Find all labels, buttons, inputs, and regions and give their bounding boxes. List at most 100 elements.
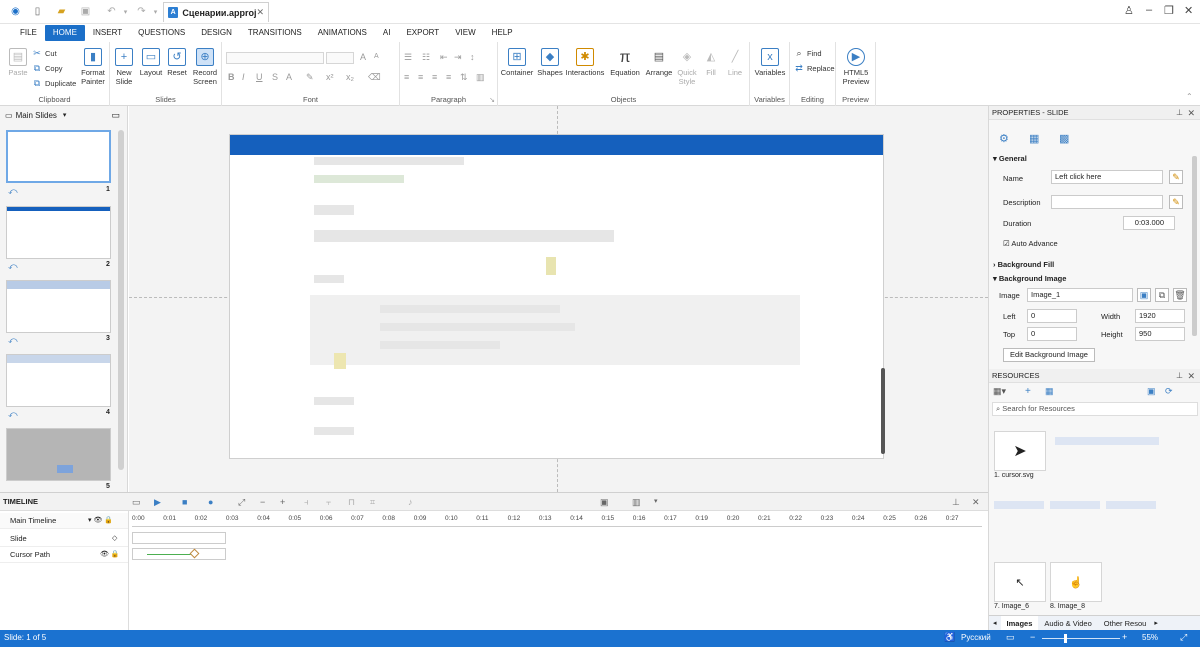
account-icon[interactable]: ♙ — [1124, 4, 1134, 17]
menu-help[interactable]: HELP — [484, 25, 521, 41]
captions-icon[interactable]: ▣ — [600, 497, 609, 508]
language-label[interactable]: Русский — [961, 633, 991, 642]
underline-icon[interactable]: U — [256, 72, 263, 82]
background-fill-section[interactable]: › Background Fill — [993, 260, 1054, 269]
slide-stage[interactable] — [229, 134, 884, 459]
zoom-in-status-icon[interactable]: + — [1122, 632, 1127, 642]
undo-dropdown-icon[interactable]: ▾ — [118, 4, 133, 19]
resources-search-input[interactable]: ⌕ Search for Resources — [992, 402, 1198, 416]
main-slides-dropdown-icon[interactable]: ▾ — [63, 111, 67, 119]
main-timeline-dropdown-icon[interactable]: ▾ 👁 🔒 — [88, 513, 113, 529]
properties-scrollbar[interactable] — [1192, 156, 1197, 336]
accessibility-icon[interactable]: ♿ — [944, 632, 955, 643]
slide-transitions-tab-icon[interactable]: ▩ — [1059, 132, 1069, 145]
play-icon[interactable]: ▶ — [154, 497, 161, 508]
zoom-out-status-icon[interactable]: − — [1030, 632, 1035, 642]
view-normal-icon[interactable]: ▭ — [1006, 632, 1015, 643]
highlight-icon[interactable]: ✎ — [306, 72, 314, 83]
tab-audio-video[interactable]: Audio & Video — [1038, 619, 1097, 628]
zoom-level[interactable]: 55% — [1142, 633, 1158, 642]
copy-button[interactable]: ⧉ Copy — [32, 63, 63, 73]
image6-resource-tile[interactable]: ↖ — [994, 562, 1046, 602]
menu-transitions[interactable]: TRANSITIONS — [240, 25, 310, 41]
undo-icon[interactable]: ↶ — [104, 4, 119, 19]
close-tab-icon[interactable]: ✕ — [256, 7, 264, 18]
document-tab[interactable]: A Сценарии.approj ✕ — [163, 2, 269, 22]
italic-icon[interactable]: I — [242, 72, 245, 82]
tabs-right-icon[interactable]: ▸ — [1152, 619, 1160, 627]
layout-button[interactable]: ▭ Layout — [138, 48, 164, 77]
cursor-path-track-bar[interactable] — [132, 548, 226, 560]
copy-image-icon[interactable]: ⧉ — [1155, 288, 1169, 302]
redo-icon[interactable]: ↷ — [134, 4, 149, 19]
new-file-icon[interactable]: ▯ — [30, 4, 45, 19]
slide-view-icon[interactable]: ▭ — [111, 110, 120, 121]
view-mode-icon[interactable]: ▦▾ — [993, 386, 1006, 397]
edit-name-icon[interactable]: ✎ — [1169, 170, 1183, 184]
sync-icon[interactable]: ⟳ — [1165, 386, 1173, 397]
slide-layout-tab-icon[interactable]: ▦ — [1029, 132, 1039, 145]
zoom-slider-thumb[interactable] — [1064, 634, 1067, 643]
align-right-tool-icon[interactable]: ⫟ — [326, 497, 331, 508]
edit-background-image-button[interactable]: Edit Background Image — [1003, 348, 1095, 362]
keyframe-icon[interactable] — [189, 548, 200, 559]
superscript-icon[interactable]: x² — [326, 72, 334, 82]
shrink-font-icon[interactable]: A — [374, 53, 379, 60]
shapes-button[interactable]: ◆ Shapes — [536, 48, 564, 77]
tab-other-resources[interactable]: Other Resou — [1098, 619, 1153, 628]
line-button[interactable]: ╱ Line — [724, 48, 746, 77]
top-input[interactable]: 0 — [1027, 327, 1077, 341]
name-input[interactable]: Left click here — [1051, 170, 1163, 184]
find-button[interactable]: ⌕ Find — [794, 48, 821, 58]
browse-image-icon[interactable]: ▣ — [1137, 288, 1151, 302]
slide-thumbnail-4[interactable] — [6, 354, 111, 407]
bullets-icon[interactable]: ☰ — [404, 52, 412, 63]
slide-thumbnail-3[interactable] — [6, 280, 111, 333]
align-left-icon[interactable]: ≡ — [404, 72, 409, 82]
zoom-in-icon[interactable]: + — [280, 497, 285, 507]
fit-to-window-icon[interactable]: ⤢ — [1180, 632, 1187, 643]
height-input[interactable]: 950 — [1135, 327, 1185, 341]
align-right-icon[interactable]: ≡ — [432, 72, 437, 82]
slide-thumbnail-5[interactable] — [6, 428, 111, 481]
equation-button[interactable]: π Equation — [608, 48, 642, 77]
close-window-icon[interactable]: ✕ — [1184, 4, 1193, 17]
menu-insert[interactable]: INSERT — [85, 25, 130, 41]
clear-format-icon[interactable]: ⌫ — [368, 72, 381, 83]
filter-icon[interactable]: ▣ — [1147, 386, 1156, 397]
container-button[interactable]: ⊞ Container — [500, 48, 534, 77]
crop-tool-icon[interactable]: ⌗ — [370, 497, 375, 508]
slide-row[interactable]: Slide ◇ — [0, 531, 128, 547]
menu-design[interactable]: DESIGN — [193, 25, 240, 41]
save-icon[interactable]: ▣ — [78, 4, 93, 19]
more-dropdown-icon[interactable]: ▾ — [654, 497, 658, 505]
grow-font-icon[interactable]: A — [360, 52, 366, 62]
font-color-icon[interactable]: A — [286, 72, 292, 82]
auto-advance-checkbox[interactable]: ☑ Auto Advance — [1003, 239, 1058, 248]
left-input[interactable]: 0 — [1027, 309, 1077, 323]
image-input[interactable]: Image_1 — [1027, 288, 1133, 302]
menu-ai[interactable]: AI — [375, 25, 399, 41]
menu-file[interactable]: FILE — [12, 25, 45, 41]
slide-properties-tab-icon[interactable]: ⚙ — [999, 132, 1009, 145]
subscript-icon[interactable]: x₂ — [346, 72, 354, 82]
edit-description-icon[interactable]: ✎ — [1169, 195, 1183, 209]
close-timeline-icon[interactable]: ✕ — [972, 497, 980, 508]
reset-button[interactable]: ↺ Reset — [165, 48, 189, 77]
minimize-icon[interactable]: – — [1146, 4, 1152, 16]
indent-decrease-icon[interactable]: ⇤ — [440, 52, 448, 63]
collapse-ribbon-icon[interactable]: ⌃ — [1186, 92, 1193, 101]
cursor-path-row[interactable]: Cursor Path 👁 🔒 — [0, 547, 128, 563]
font-family-select[interactable] — [226, 52, 324, 64]
slide-thumbnail-2[interactable] — [6, 206, 111, 259]
main-timeline-row[interactable]: Main Timeline ▾ 👁 🔒 — [0, 513, 128, 529]
close-properties-icon[interactable]: ✕ — [1187, 106, 1195, 120]
align-center-icon[interactable]: ≡ — [418, 72, 423, 82]
strikethrough-icon[interactable]: S — [272, 72, 278, 82]
fill-button[interactable]: ◭ Fill — [700, 48, 722, 77]
paragraph-launcher-icon[interactable]: ↘ — [489, 96, 495, 104]
layers-icon[interactable]: ▥ — [632, 497, 641, 508]
zoom-slider-track[interactable] — [1042, 638, 1120, 639]
duplicate-button[interactable]: ⧉ Duplicate — [32, 78, 77, 88]
line-spacing-icon[interactable]: ↕ — [470, 52, 475, 62]
